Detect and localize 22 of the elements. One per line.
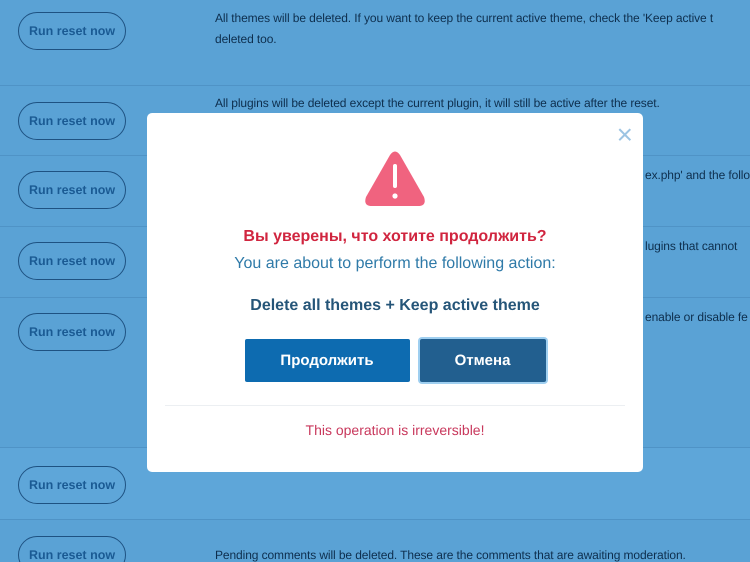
run-reset-button[interactable]: Run reset now (18, 102, 126, 140)
run-reset-button[interactable]: Run reset now (18, 12, 126, 50)
description-text: Pending comments will be deleted. These are the comments that are awaiting moderation. (215, 547, 686, 562)
cancel-button[interactable]: Отмена (420, 339, 546, 382)
run-reset-button[interactable]: Run reset now (18, 536, 126, 562)
description-text: All themes will be deleted. If you want to keep the current active theme, check the 'Keep active t (215, 10, 714, 27)
description-text: enable or disable fe (645, 309, 748, 326)
description-text: ex.php' and the follo (645, 167, 750, 184)
close-button[interactable]: × (616, 123, 633, 147)
run-reset-button[interactable]: Run reset now (18, 171, 126, 209)
run-reset-button[interactable]: Run reset now (18, 242, 126, 280)
description-text: lugins that cannot (645, 238, 738, 255)
continue-button[interactable]: Продолжить (244, 339, 410, 382)
warning-icon (364, 150, 426, 208)
action-summary: Delete all themes + Keep active theme (250, 297, 540, 315)
description-text: deleted too. (215, 31, 278, 48)
run-reset-button[interactable]: Run reset now (18, 313, 126, 351)
description-text: All plugins will be deleted except the current plugin, it will still be active after the reset. (215, 95, 660, 112)
irreversible-warning: This operation is irreversible! (306, 422, 484, 438)
dialog-question: Вы уверены, что хотите продолжить? (243, 228, 547, 246)
dialog-subtitle: You are about to perform the following action: (234, 255, 556, 273)
run-reset-button[interactable]: Run reset now (18, 466, 126, 504)
